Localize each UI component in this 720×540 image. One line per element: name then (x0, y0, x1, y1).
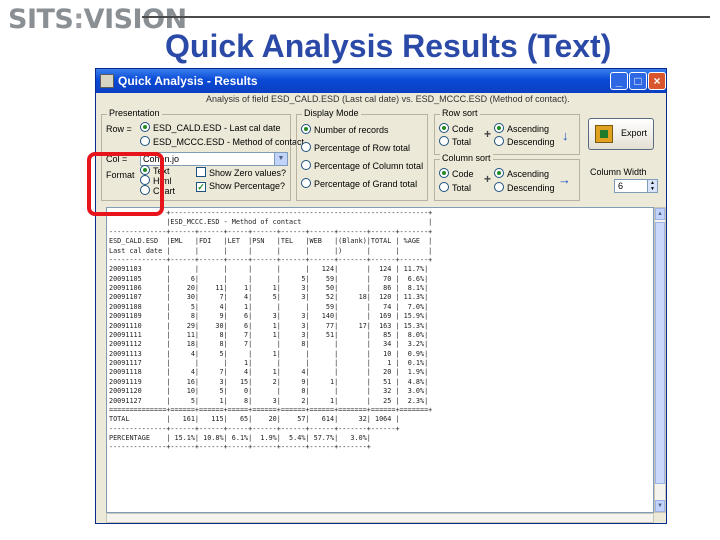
column-width-spinner[interactable]: 6 ▲ ▼ (614, 179, 658, 193)
vertical-scrollbar[interactable]: ▲ ▼ (654, 207, 666, 513)
row-sort-descending-label: Descending (507, 137, 555, 147)
radio-icon (140, 136, 150, 146)
row-sort-code-label: Code (452, 124, 474, 134)
minimize-button[interactable]: _ (610, 72, 628, 90)
row-label: Row = (106, 124, 132, 134)
column-sort-descending-label: Descending (507, 183, 555, 193)
column-sort-code-label: Code (452, 169, 474, 179)
radio-icon (494, 168, 504, 178)
export-label: Export (621, 128, 648, 138)
show-zero-checkbox[interactable]: Show Zero values? (196, 167, 286, 180)
row-option-mccc-label: ESD_MCCC.ESD - Method of contact (153, 137, 305, 147)
slide-title: Quick Analysis Results (Text) (165, 28, 612, 64)
sitsvision-logo: SITS:VISION (8, 4, 187, 35)
show-percentage-checkbox[interactable]: ✓ Show Percentage? (196, 180, 285, 193)
column-sort-label: Column sort (440, 153, 493, 163)
display-option-row-pct[interactable]: Percentage of Row total (301, 142, 410, 155)
logo-separator: : (73, 4, 84, 35)
row-sort-code[interactable]: Code (439, 123, 474, 136)
row-option-cald-label: ESD_CALD.ESD - Last cal date (153, 123, 281, 133)
plus-icon: + (484, 127, 492, 141)
window-title: Quick Analysis - Results (118, 74, 258, 88)
show-percentage-label: Show Percentage? (209, 181, 286, 191)
header-rule (142, 16, 710, 18)
presentation-label: Presentation (107, 108, 162, 118)
column-sort-total-label: Total (452, 183, 472, 193)
display-option-grand-pct-label: Percentage of Grand total (314, 179, 418, 189)
close-button[interactable]: × (648, 72, 666, 90)
radio-icon (301, 124, 311, 134)
checkmark-icon: ✓ (196, 182, 206, 192)
checkbox-icon (196, 167, 206, 177)
horizontal-scrollbar[interactable] (106, 513, 654, 523)
display-option-records[interactable]: Number of records (301, 124, 389, 137)
radio-icon (494, 123, 504, 133)
column-sort-descending[interactable]: Descending (494, 182, 555, 195)
logo-text-left: SITS (8, 4, 74, 35)
column-sort-ascending[interactable]: Ascending (494, 168, 549, 181)
row-sort-total-label: Total (452, 137, 472, 147)
radio-icon (301, 142, 311, 152)
export-icon (595, 125, 613, 143)
row-sort-ascending[interactable]: Ascending (494, 123, 549, 136)
chevron-down-icon[interactable]: ▼ (274, 153, 287, 165)
column-sort-ascending-label: Ascending (507, 169, 550, 179)
show-zero-label: Show Zero values? (209, 168, 287, 178)
radio-icon (439, 123, 449, 133)
display-option-row-pct-label: Percentage of Row total (314, 143, 411, 153)
column-width-value: 6 (618, 181, 624, 191)
window-titlebar[interactable]: Quick Analysis - Results _ □ × (96, 69, 666, 93)
results-text: +---------------------------------------… (109, 209, 433, 452)
scroll-up-icon[interactable]: ▲ (655, 208, 665, 220)
row-option-mccc[interactable]: ESD_MCCC.ESD - Method of contact (140, 136, 304, 149)
display-mode-label: Display Mode (302, 108, 361, 118)
format-highlight-box (87, 152, 164, 216)
app-icon (100, 74, 114, 88)
column-sort-total[interactable]: Total (439, 182, 471, 195)
radio-icon (301, 160, 311, 170)
radio-icon (439, 136, 449, 146)
display-option-col-pct-label: Percentage of Column total (314, 161, 424, 171)
export-button[interactable]: Export (588, 118, 654, 150)
row-sort-total[interactable]: Total (439, 136, 471, 149)
arrow-down-icon: ↓ (562, 128, 569, 143)
row-sort-label: Row sort (440, 108, 480, 118)
display-option-grand-pct[interactable]: Percentage of Grand total (301, 178, 417, 191)
quick-analysis-window: Quick Analysis - Results _ □ × Analysis … (95, 68, 667, 524)
radio-icon (439, 168, 449, 178)
radio-icon (494, 136, 504, 146)
display-option-col-pct[interactable]: Percentage of Column total (301, 160, 423, 173)
maximize-button[interactable]: □ (629, 72, 647, 90)
results-text-area[interactable]: +---------------------------------------… (106, 207, 654, 513)
scrollbar-thumb[interactable] (655, 222, 665, 484)
column-sort-code[interactable]: Code (439, 168, 474, 181)
plus-icon: + (484, 172, 492, 186)
row-sort-ascending-label: Ascending (507, 124, 550, 134)
column-width-label: Column Width (590, 167, 647, 177)
analysis-description: Analysis of field ESD_CALD.ESD (Last cal… (206, 94, 570, 104)
radio-icon (439, 182, 449, 192)
arrow-right-icon: → (558, 172, 571, 187)
display-option-records-label: Number of records (314, 125, 389, 135)
row-sort-descending[interactable]: Descending (494, 136, 555, 149)
scroll-down-icon[interactable]: ▼ (655, 500, 665, 512)
row-option-cald[interactable]: ESD_CALD.ESD - Last cal date (140, 122, 281, 135)
spinner-arrows-icon[interactable]: ▲ ▼ (647, 180, 657, 192)
radio-icon (494, 182, 504, 192)
radio-icon (301, 178, 311, 188)
radio-icon (140, 122, 150, 132)
